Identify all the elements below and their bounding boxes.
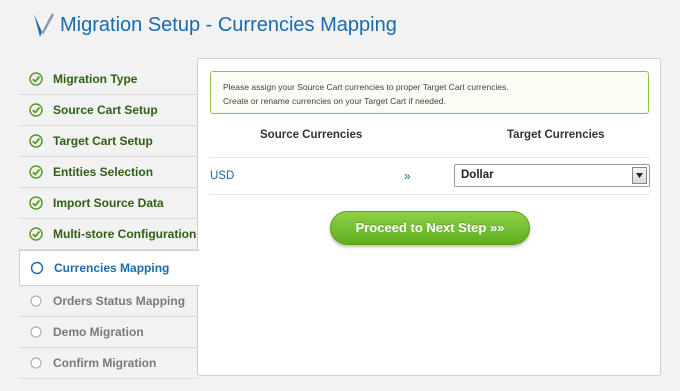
mapping-arrow: » bbox=[404, 169, 411, 183]
check-circle-icon bbox=[29, 134, 43, 148]
logo-icon bbox=[34, 13, 54, 37]
circle-icon bbox=[30, 295, 42, 307]
step-label: Source Cart Setup bbox=[53, 103, 158, 117]
circle-icon bbox=[30, 326, 42, 338]
step-label: Migration Type bbox=[53, 72, 138, 86]
step-label: Target Cart Setup bbox=[53, 134, 153, 148]
step-migration-type[interactable]: Migration Type bbox=[19, 64, 198, 95]
step-label: Entities Selection bbox=[53, 165, 154, 179]
content-panel: Please assign your Source Cart currencie… bbox=[197, 58, 661, 376]
step-target-cart-setup[interactable]: Target Cart Setup bbox=[19, 126, 198, 157]
header: Migration Setup - Currencies Mapping bbox=[0, 0, 680, 56]
step-orders-status-mapping[interactable]: Orders Status Mapping bbox=[19, 286, 198, 317]
target-currencies-header: Target Currencies bbox=[507, 129, 605, 141]
step-entities-selection[interactable]: Entities Selection bbox=[19, 157, 198, 188]
step-source-cart-setup[interactable]: Source Cart Setup bbox=[19, 95, 198, 126]
check-circle-icon bbox=[29, 72, 43, 86]
circle-icon bbox=[30, 261, 44, 275]
instructions-notice: Please assign your Source Cart currencie… bbox=[210, 71, 649, 114]
step-label: Currencies Mapping bbox=[54, 261, 170, 275]
chevron-down-icon bbox=[636, 173, 643, 178]
currency-mapping-row: USD » Dollar bbox=[210, 157, 650, 195]
step-demo-migration[interactable]: Demo Migration bbox=[19, 317, 198, 348]
notice-line-2: Create or rename currencies on your Targ… bbox=[223, 96, 446, 106]
step-currencies-mapping[interactable]: Currencies Mapping bbox=[19, 250, 200, 286]
source-currency: USD bbox=[210, 170, 235, 182]
check-circle-icon bbox=[29, 165, 43, 179]
steps-sidebar: Migration Type Source Cart Setup Target Ca… bbox=[19, 64, 200, 379]
source-currencies-header: Source Currencies bbox=[260, 129, 363, 141]
page-title: Migration Setup - Currencies Mapping bbox=[60, 14, 397, 36]
step-confirm-migration[interactable]: Confirm Migration bbox=[19, 348, 198, 379]
circle-icon bbox=[30, 357, 42, 369]
step-label: Multi-store Configuration bbox=[53, 227, 197, 241]
target-currency-value: Dollar bbox=[461, 169, 494, 181]
proceed-next-step-button[interactable]: Proceed to Next Step »» bbox=[330, 211, 530, 245]
target-currency-select[interactable]: Dollar bbox=[454, 164, 650, 187]
step-label: Import Source Data bbox=[53, 196, 164, 210]
check-circle-icon bbox=[29, 227, 43, 241]
step-label: Confirm Migration bbox=[53, 356, 157, 370]
step-label: Demo Migration bbox=[53, 325, 144, 339]
check-circle-icon bbox=[29, 103, 43, 117]
check-circle-icon bbox=[29, 196, 43, 210]
notice-line-1: Please assign your Source Cart currencie… bbox=[223, 82, 509, 92]
dropdown-button[interactable] bbox=[632, 167, 647, 184]
step-import-source-data[interactable]: Import Source Data bbox=[19, 188, 198, 219]
step-multi-store-configuration[interactable]: Multi-store Configuration bbox=[19, 219, 198, 250]
step-label: Orders Status Mapping bbox=[53, 294, 186, 308]
